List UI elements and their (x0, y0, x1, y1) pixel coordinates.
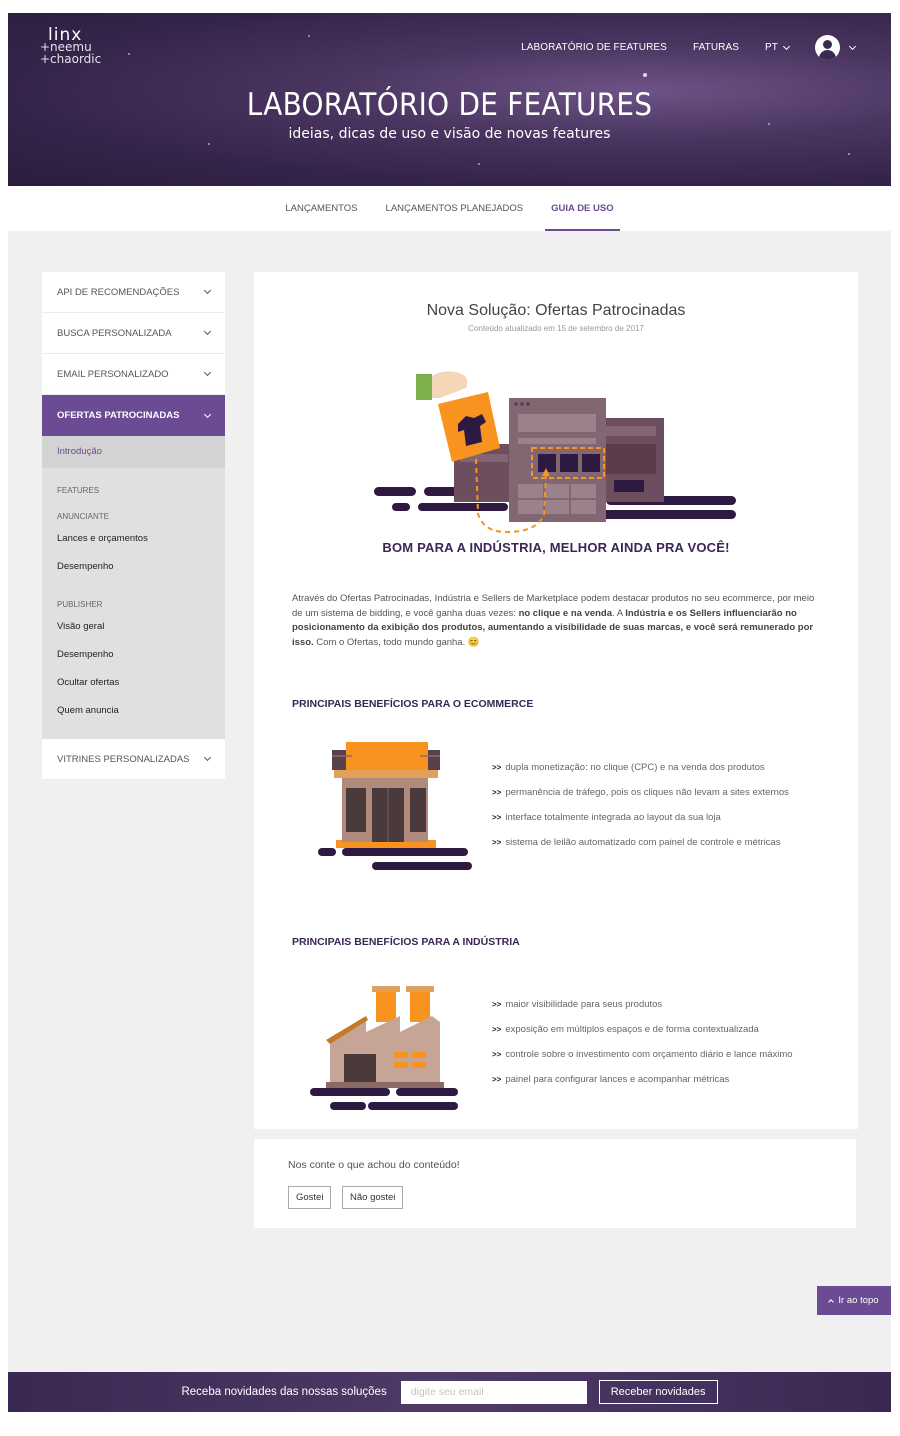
sidebar-section-publisher: PUBLISHER (57, 600, 103, 609)
sidebar-item-vitrines-personalizadas[interactable]: VITRINES PERSONALIZADAS (42, 739, 225, 780)
sidebar-link-quem-anuncia[interactable]: Quem anuncia (42, 697, 225, 725)
sidebar-link-desempenho-anunciante[interactable]: Desempenho (42, 553, 225, 581)
tab-lancamentos-planejados[interactable]: LANÇAMENTOS PLANEJADOS (372, 186, 538, 231)
section-tabs: LANÇAMENTOS LANÇAMENTOS PLANEJADOS GUIA … (8, 186, 891, 231)
chevron-down-icon (203, 410, 212, 418)
chevron-down-icon (203, 286, 212, 295)
bullet-icon: >> (492, 763, 502, 772)
bullet-icon: >> (492, 788, 502, 797)
benefit-text: exposição em múltiplos espaços e de form… (505, 1024, 759, 1035)
sidebar-item-label: API DE RECOMENDAÇÕES (57, 286, 180, 298)
linx-logo[interactable]: linx +neemu +chaordic (40, 27, 102, 66)
user-menu[interactable] (815, 35, 857, 60)
bullet-icon: >> (492, 838, 502, 847)
page-title: LABORATÓRIO DE FEATURES (246, 87, 653, 123)
slogan: BOM PARA A INDÚSTRIA, MELHOR AINDA PRA V… (382, 540, 730, 555)
sidebar-item-busca-personalizada[interactable]: BUSCA PERSONALIZADA (42, 313, 225, 354)
user-avatar-icon (815, 35, 840, 60)
page-subtitle: ideias, dicas de uso e visão de novas fe… (288, 126, 611, 142)
sidebar-item-label: BUSCA PERSONALIZADA (57, 327, 172, 339)
sidebar-section-features: FEATURES (57, 486, 100, 495)
article-card: Nova Solução: Ofertas Patrocinadas Conte… (254, 272, 858, 1129)
newsletter-footer: Receba novidades das nossas soluções Rec… (8, 1372, 891, 1412)
article-updated-date: Conteúdo atualizado em 15 de setembro de… (468, 324, 644, 333)
sidebar-link-desempenho-publisher[interactable]: Desempenho (42, 641, 225, 669)
list-item: >> sistema de leilão automatizado com pai… (492, 835, 789, 860)
list-item: >> painel para configurar lances e acompa… (492, 1072, 793, 1097)
intro-text-2: . A (612, 607, 626, 619)
newsletter-email-input[interactable] (400, 1380, 587, 1404)
like-button[interactable]: Gostei (288, 1186, 332, 1209)
list-item: >> exposição em múltiplos espaços e de fo… (492, 1022, 793, 1047)
sidebar-item-ofertas-patrocinadas[interactable]: OFERTAS PATROCINADAS (42, 395, 225, 436)
store-illustration (318, 742, 472, 870)
benefit-text: dupla monetização: no clique (CPC) e na … (505, 762, 765, 773)
intro-paragraph: Através do Ofertas Patrocinadas, Indústr… (292, 592, 824, 650)
bullet-icon: >> (492, 1075, 502, 1084)
sidebar-link-visao-geral[interactable]: Visão geral (42, 613, 225, 641)
sidebar-submenu: Introdução FEATURES ANUNCIANTE Lances e … (42, 436, 225, 739)
list-item: >> permanência de tráfego, pois os clique… (492, 785, 789, 810)
chevron-down-icon (203, 327, 212, 336)
ecommerce-benefits-list: >> dupla monetização: no clique (CPC) e n… (492, 760, 789, 860)
header-banner: linx +neemu +chaordic LABORATÓRIO DE FEA… (8, 13, 891, 186)
sidebar-item-label: VITRINES PERSONALIZADAS (57, 753, 190, 765)
bullet-icon: >> (492, 813, 502, 822)
section-ecommerce-title: PRINCIPAIS BENEFÍCIOS PARA O ECOMMERCE (292, 698, 534, 710)
benefit-text: sistema de leilão automatizado com paine… (505, 837, 781, 848)
feedback-box: Nos conte o que achou do conteúdo! Goste… (254, 1139, 856, 1228)
industria-benefits-list: >> maior visibilidade para seus produtos … (492, 997, 793, 1097)
nav-lab-features[interactable]: LABORATÓRIO DE FEATURES (521, 42, 667, 53)
benefit-text: painel para configurar lances e acompanh… (505, 1074, 730, 1085)
benefit-text: maior visibilidade para seus produtos (505, 999, 663, 1010)
sidebar-item-api-recomendacoes[interactable]: API DE RECOMENDAÇÕES (42, 272, 225, 313)
benefit-text: controle sobre o investimento com orçame… (505, 1049, 793, 1060)
dislike-button[interactable]: Não gostei (342, 1186, 404, 1209)
factory-illustration (310, 986, 458, 1110)
sidebar-item-label: EMAIL PERSONALIZADO (57, 368, 169, 380)
page-frame: linx +neemu +chaordic LABORATÓRIO DE FEA… (8, 13, 891, 1412)
language-label: PT (765, 42, 778, 53)
tab-guia-de-uso[interactable]: GUIA DE USO (537, 186, 627, 231)
sidebar: API DE RECOMENDAÇÕES BUSCA PERSONALIZADA… (42, 272, 225, 780)
back-to-top-button[interactable]: Ir ao topo (817, 1286, 891, 1315)
sidebar-item-email-personalizado[interactable]: EMAIL PERSONALIZADO (42, 354, 225, 395)
sidebar-section-anunciante: ANUNCIANTE (57, 512, 110, 521)
sidebar-item-label: OFERTAS PATROCINADAS (57, 410, 180, 421)
chevron-down-icon (203, 753, 212, 762)
feedback-question: Nos conte o que achou do conteúdo! (288, 1159, 460, 1171)
list-item: >> interface totalmente integrada ao layo… (492, 810, 789, 835)
chevron-down-icon (203, 368, 212, 377)
newsletter-label: Receba novidades das nossas soluções (181, 1386, 387, 1398)
benefit-text: interface totalmente integrada ao layout… (505, 812, 721, 823)
list-item: >> controle sobre o investimento com orça… (492, 1047, 793, 1072)
intro-emphasis-1: no clique e na venda (518, 607, 613, 619)
list-item: >> maior visibilidade para seus produtos (492, 997, 793, 1022)
sidebar-link-ocultar-ofertas[interactable]: Ocultar ofertas (42, 669, 225, 697)
list-item: >> dupla monetização: no clique (CPC) e n… (492, 760, 789, 785)
bullet-icon: >> (492, 1025, 502, 1034)
logo-line-chaordic: +chaordic (40, 52, 102, 66)
back-to-top-label: Ir ao topo (838, 1295, 879, 1306)
language-selector[interactable]: PT (765, 42, 791, 53)
bullet-icon: >> (492, 1000, 502, 1009)
sidebar-link-lances[interactable]: Lances e orçamentos (42, 525, 225, 553)
nav-faturas[interactable]: FATURAS (693, 42, 739, 53)
intro-text-3: Com o Ofertas, todo mundo ganha. 😊 (313, 636, 480, 648)
newsletter-subscribe-button[interactable]: Receber novidades (598, 1380, 718, 1404)
bullet-icon: >> (492, 1050, 502, 1059)
chevron-down-icon (782, 42, 791, 50)
article-title: Nova Solução: Ofertas Patrocinadas (426, 302, 686, 319)
section-industria-title: PRINCIPAIS BENEFÍCIOS PARA A INDÚSTRIA (292, 936, 520, 948)
top-navigation: LABORATÓRIO DE FEATURES FATURAS PT (521, 35, 857, 60)
chevron-down-icon (848, 42, 857, 50)
chevron-up-icon (828, 1299, 835, 1305)
sidebar-link-introducao[interactable]: Introdução (42, 436, 225, 468)
sponsored-offers-illustration (374, 371, 736, 534)
benefit-text: permanência de tráfego, pois os cliques … (505, 787, 789, 798)
tab-lancamentos[interactable]: LANÇAMENTOS (271, 186, 371, 231)
